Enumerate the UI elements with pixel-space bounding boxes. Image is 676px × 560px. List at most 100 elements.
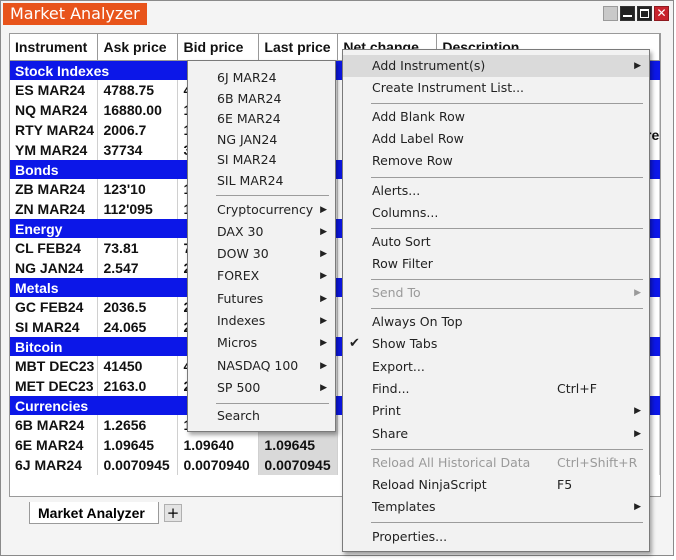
menu-item-reload-ninjascript[interactable]: Reload NinjaScript F5	[343, 474, 649, 496]
submenu-arrow-icon: ▶	[634, 288, 641, 298]
ask-price-cell: 2.547	[97, 258, 179, 278]
recent-instrument-item[interactable]: SI MAR24	[188, 149, 335, 171]
ask-price-cell: 1.09645	[97, 435, 179, 455]
submenu-item-search[interactable]: Search	[188, 405, 335, 427]
column-header-ask[interactable]: Ask price	[97, 34, 179, 61]
menu-item-label: Find...	[372, 381, 410, 396]
menu-item-label: 6B MAR24	[217, 91, 282, 106]
instrument-cell: 6J MAR24	[10, 455, 99, 475]
menu-item-label: Reload All Historical Data	[372, 455, 531, 470]
instrument-list-submenu: 6J MAR24 6B MAR24 6E MAR24 NG JAN24 SI M…	[187, 60, 336, 432]
tab-market-analyzer[interactable]: Market Analyzer	[29, 502, 159, 524]
ask-price-cell: 2036.5	[97, 297, 179, 317]
menu-item-find[interactable]: Find... Ctrl+F	[343, 378, 649, 400]
menu-item-label: Search	[217, 408, 260, 423]
menu-item-templates[interactable]: Templates ▶	[343, 496, 649, 518]
instrument-cell: 6B MAR24	[10, 415, 99, 435]
submenu-item-forex[interactable]: FOREX ▶	[188, 265, 335, 287]
submenu-arrow-icon: ▶	[320, 227, 327, 237]
menu-item-label: NASDAQ 100	[217, 358, 299, 373]
submenu-item-nasdaq100[interactable]: NASDAQ 100 ▶	[188, 355, 335, 377]
menu-separator	[216, 403, 329, 404]
submenu-item-dow30[interactable]: DOW 30 ▶	[188, 243, 335, 265]
submenu-item-indexes[interactable]: Indexes ▶	[188, 310, 335, 332]
minimize-button[interactable]	[620, 6, 635, 21]
close-button[interactable]: ✕	[654, 6, 669, 21]
instrument-cell: SI MAR24	[10, 317, 99, 337]
menu-item-add-instruments[interactable]: Add Instrument(s) ▶	[343, 55, 649, 77]
menu-item-share[interactable]: Share ▶	[343, 423, 649, 445]
column-header-instrument[interactable]: Instrument	[10, 34, 99, 61]
ask-price-cell: 2163.0	[97, 376, 179, 396]
ask-price-cell: 112'095	[97, 199, 179, 219]
ask-price-cell: 2006.7	[97, 120, 179, 140]
menu-item-label: Remove Row	[372, 153, 453, 168]
menu-item-label: Futures	[217, 291, 264, 306]
menu-item-export[interactable]: Export...	[343, 356, 649, 378]
menu-item-remove-row[interactable]: Remove Row	[343, 150, 649, 172]
shortcut-label: Ctrl+Shift+R	[557, 455, 638, 470]
menu-item-label: Cryptocurrency	[217, 202, 314, 217]
column-header-last[interactable]: Last price	[258, 34, 339, 61]
submenu-item-sp500[interactable]: SP 500 ▶	[188, 377, 335, 399]
instrument-cell: NQ MAR24	[10, 100, 99, 120]
menu-item-label: Share	[372, 426, 409, 441]
submenu-item-micros[interactable]: Micros ▶	[188, 332, 335, 354]
recent-instrument-item[interactable]: NG JAN24	[188, 129, 335, 151]
instrument-cell: ZB MAR24	[10, 179, 99, 199]
menu-item-always-on-top[interactable]: Always On Top	[343, 311, 649, 333]
instrument-cell: 6E MAR24	[10, 435, 99, 455]
instrument-cell: RTY MAR24	[10, 120, 99, 140]
maximize-button[interactable]	[637, 6, 652, 21]
window-title[interactable]: Market Analyzer	[3, 3, 147, 25]
context-menu: Add Instrument(s) ▶ Create Instrument Lis…	[342, 49, 650, 552]
menu-item-label: Row Filter	[372, 256, 433, 271]
recent-instrument-item[interactable]: SIL MAR24	[188, 170, 335, 192]
menu-item-show-tabs[interactable]: ✔ Show Tabs	[343, 333, 649, 355]
last-price-cell: 0.0070945	[258, 455, 339, 475]
menu-item-label: DOW 30	[217, 246, 269, 261]
ask-price-cell: 4788.75	[97, 80, 179, 100]
instrument-cell: GC FEB24	[10, 297, 99, 317]
menu-item-add-blank-row[interactable]: Add Blank Row	[343, 106, 649, 128]
menu-item-auto-sort[interactable]: Auto Sort	[343, 231, 649, 253]
submenu-item-dax30[interactable]: DAX 30 ▶	[188, 221, 335, 243]
menu-item-label: Show Tabs	[372, 336, 438, 351]
submenu-arrow-icon: ▶	[320, 316, 327, 326]
window-options-button[interactable]	[603, 6, 618, 21]
add-tab-button[interactable]: +	[164, 504, 182, 522]
submenu-arrow-icon: ▶	[320, 383, 327, 393]
recent-instrument-item[interactable]: 6J MAR24	[188, 67, 335, 89]
menu-separator	[371, 103, 643, 104]
menu-item-label: Export...	[372, 359, 425, 374]
submenu-arrow-icon: ▶	[634, 502, 641, 512]
menu-item-properties[interactable]: Properties...	[343, 526, 649, 548]
menu-item-create-list[interactable]: Create Instrument List...	[343, 77, 649, 99]
menu-item-label: Templates	[372, 499, 436, 514]
ask-price-cell: 0.0070945	[97, 455, 179, 475]
recent-instrument-item[interactable]: 6E MAR24	[188, 108, 335, 130]
submenu-item-futures[interactable]: Futures ▶	[188, 288, 335, 310]
bid-price-cell: 0.0070940	[177, 455, 260, 475]
menu-item-label: DAX 30	[217, 224, 264, 239]
menu-item-print[interactable]: Print ▶	[343, 400, 649, 422]
menu-item-columns[interactable]: Columns...	[343, 202, 649, 224]
menu-item-label: Alerts...	[372, 183, 421, 198]
menu-item-label: NG JAN24	[217, 132, 278, 147]
menu-item-add-label-row[interactable]: Add Label Row	[343, 128, 649, 150]
instrument-cell: MBT DEC23	[10, 356, 99, 376]
checkmark-icon: ✔	[349, 336, 360, 351]
instrument-cell: ES MAR24	[10, 80, 99, 100]
menu-item-label: Send To	[372, 285, 421, 300]
recent-instrument-item[interactable]: 6B MAR24	[188, 88, 335, 110]
instrument-cell: CL FEB24	[10, 238, 99, 258]
column-header-bid[interactable]: Bid price	[177, 34, 260, 61]
shortcut-label: F5	[557, 477, 573, 492]
submenu-item-cryptocurrency[interactable]: Cryptocurrency ▶	[188, 199, 335, 221]
menu-item-label: FOREX	[217, 268, 260, 283]
menu-separator	[371, 228, 643, 229]
last-price-cell: 1.09645	[258, 435, 339, 455]
menu-separator	[371, 279, 643, 280]
menu-item-row-filter[interactable]: Row Filter	[343, 253, 649, 275]
menu-item-alerts[interactable]: Alerts...	[343, 180, 649, 202]
